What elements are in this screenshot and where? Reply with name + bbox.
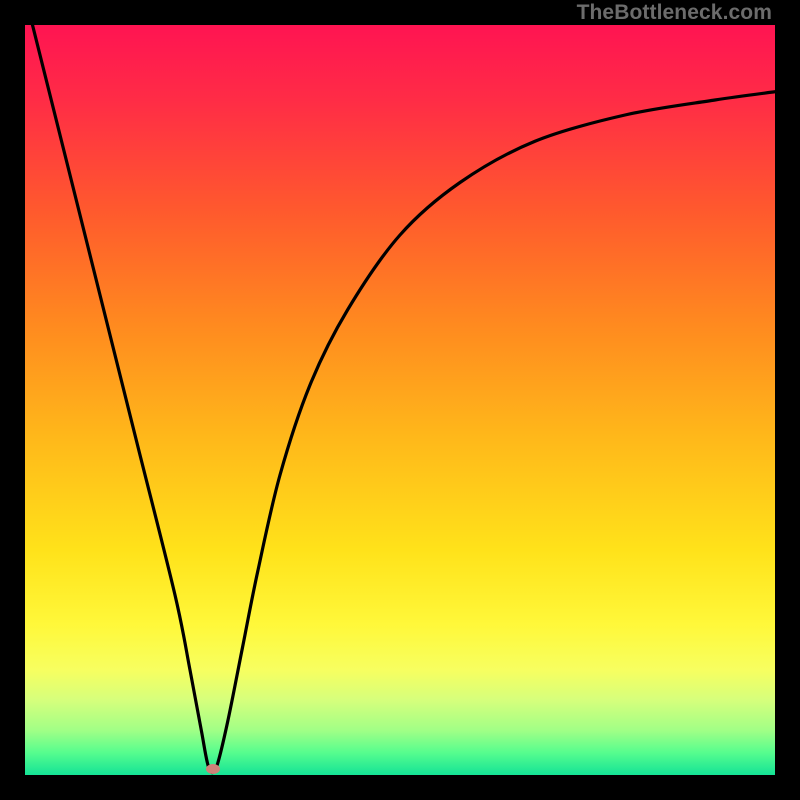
watermark-text: TheBottleneck.com: [577, 1, 772, 25]
plot-area: [25, 25, 775, 775]
minimum-marker: [206, 764, 220, 774]
chart-frame: TheBottleneck.com: [0, 0, 800, 800]
bottleneck-curve: [25, 25, 775, 775]
